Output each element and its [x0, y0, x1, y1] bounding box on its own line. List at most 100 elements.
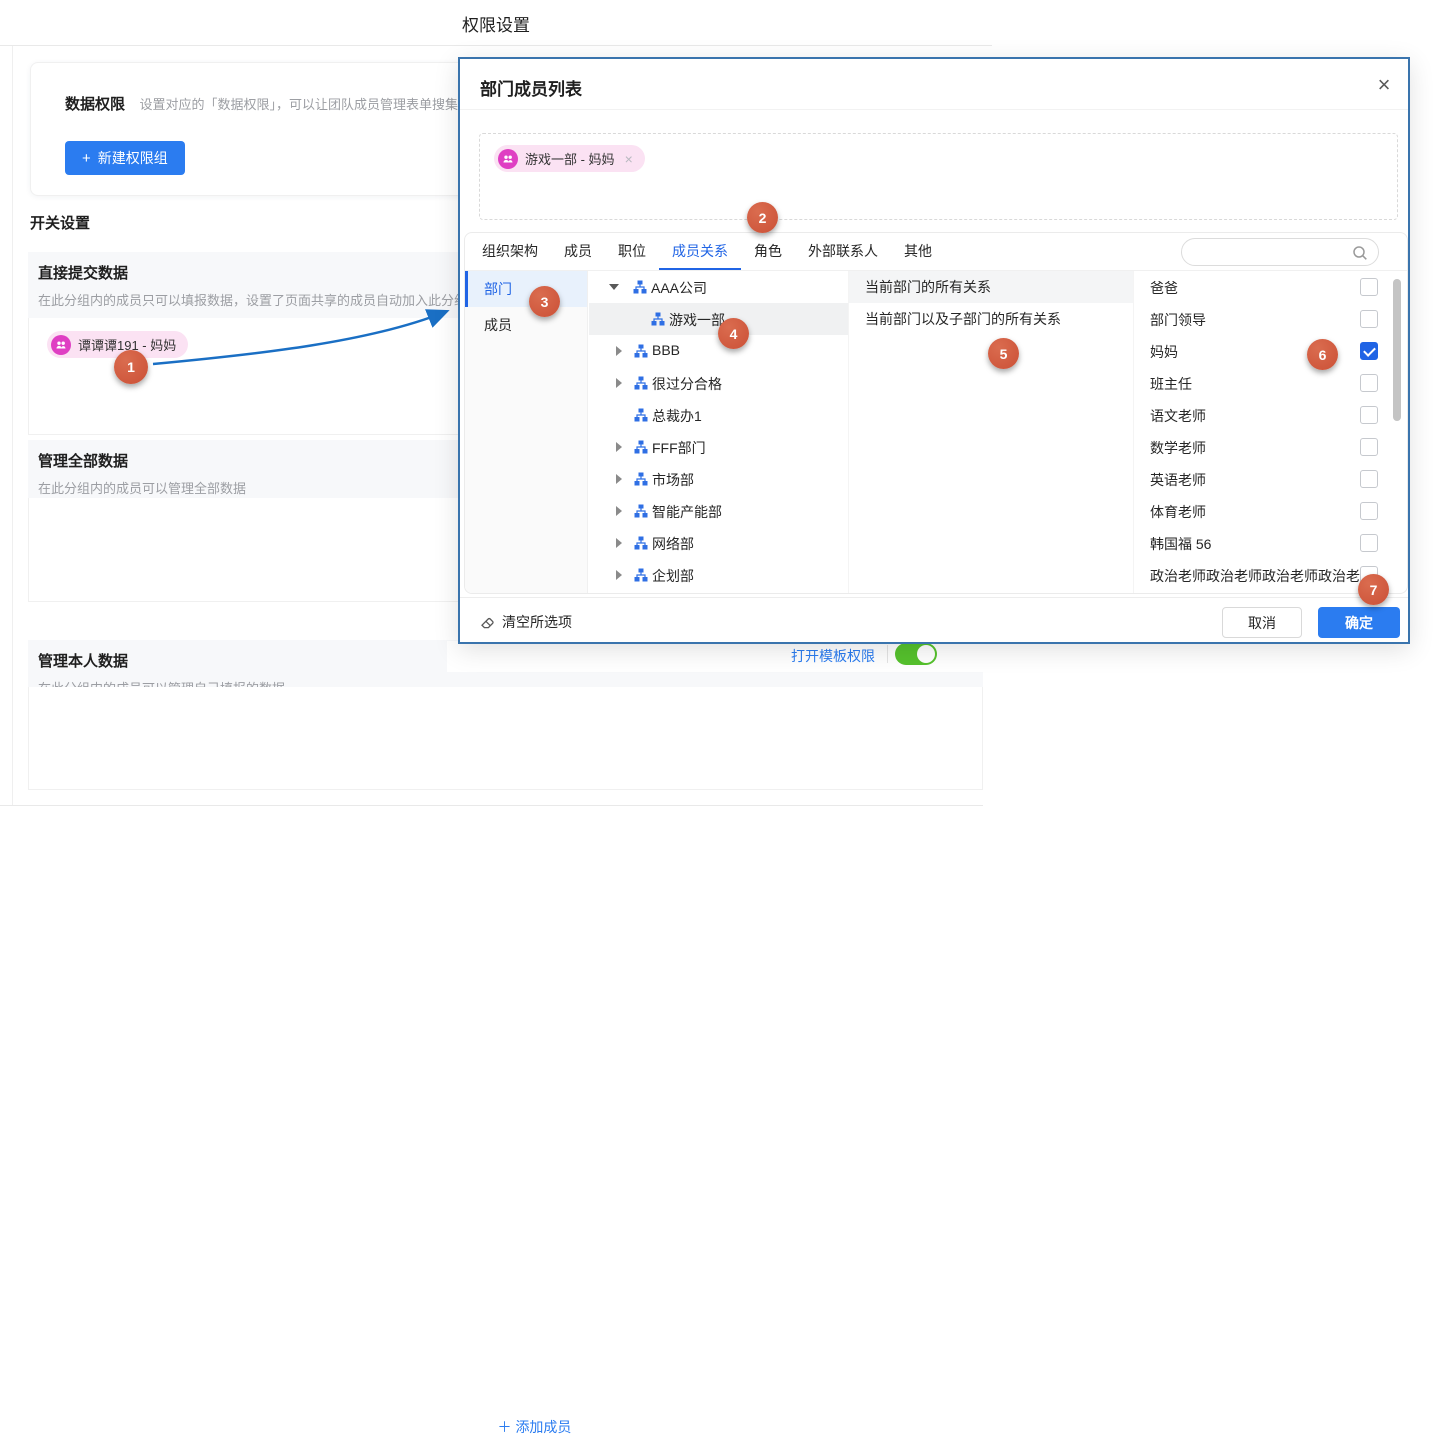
search-input[interactable]	[1194, 239, 1344, 265]
tree-node[interactable]: 企划部	[589, 559, 848, 591]
divider	[887, 645, 888, 663]
page-bottom-border	[0, 805, 983, 806]
department-member-modal: 部门成员列表 × 游戏一部 - 妈妈 × 组织架构 成员 职位 成员关系 角色 …	[458, 57, 1410, 644]
header-divider	[0, 45, 992, 46]
checkbox[interactable]	[1360, 534, 1378, 552]
confirm-button[interactable]: 确定	[1318, 607, 1400, 638]
switch-settings-title: 开关设置	[30, 212, 90, 233]
cancel-button[interactable]: 取消	[1222, 607, 1302, 638]
relation-item-current[interactable]: 当前部门的所有关系	[849, 271, 1133, 303]
relation-member-list: 爸爸 部门领导 妈妈 班主任 语文老师	[1133, 271, 1407, 593]
divider	[460, 109, 1408, 110]
caret-right-icon[interactable]	[616, 506, 622, 516]
member-row[interactable]: 英语老师	[1134, 463, 1407, 495]
org-icon	[651, 312, 665, 326]
checkbox[interactable]	[1360, 406, 1378, 424]
member-row[interactable]: 数学老师	[1134, 431, 1407, 463]
checkbox[interactable]	[1360, 438, 1378, 456]
modal-title: 部门成员列表	[480, 75, 582, 100]
org-icon	[634, 376, 648, 390]
selected-member-tag[interactable]: 游戏一部 - 妈妈 ×	[494, 145, 645, 172]
member-row[interactable]: 班主任	[1134, 367, 1407, 399]
annotation-badge-5: 5	[988, 338, 1019, 369]
remove-tag-icon[interactable]: ×	[625, 151, 633, 167]
org-icon	[634, 504, 648, 518]
member-row[interactable]: 语文老师	[1134, 399, 1407, 431]
page-left-border	[12, 46, 13, 806]
template-permission-toggle[interactable]	[895, 643, 937, 665]
nav-item-department[interactable]: 部门	[465, 271, 587, 307]
caret-right-icon[interactable]	[616, 538, 622, 548]
checkbox[interactable]	[1360, 310, 1378, 328]
tab-members[interactable]: 成员	[551, 233, 605, 270]
template-toggle-row: 打开模板权限	[447, 641, 992, 672]
member-row-checked[interactable]: 妈妈	[1134, 335, 1407, 367]
org-icon	[634, 536, 648, 550]
picker-nav: 部门 成员	[465, 271, 588, 593]
plus-icon: +	[82, 150, 91, 167]
template-toggle-label[interactable]: 打开模板权限	[791, 646, 875, 666]
annotation-badge-7: 7	[1358, 574, 1389, 605]
org-icon	[633, 280, 647, 294]
manage-own-body: ＋ 添加成员	[28, 687, 983, 790]
department-tree: AAA公司 游戏一部 BBB 很过分合格 总	[589, 271, 848, 593]
selected-members-area[interactable]: 游戏一部 - 妈妈 ×	[479, 133, 1398, 220]
org-icon	[634, 568, 648, 582]
clear-selection-button[interactable]: 清空所选项	[480, 612, 572, 632]
member-picker: 组织架构 成员 职位 成员关系 角色 外部联系人 其他 部门 成员	[464, 232, 1408, 594]
picker-body: 部门 成员 AAA公司 游戏一部 BBB	[465, 271, 1407, 593]
tab-external-contacts[interactable]: 外部联系人	[795, 233, 891, 270]
relation-item-current-and-sub[interactable]: 当前部门以及子部门的所有关系	[849, 303, 1133, 335]
add-member-button[interactable]: ＋ 添加成员	[29, 1417, 1040, 1437]
relation-list: 当前部门的所有关系 当前部门以及子部门的所有关系	[848, 271, 1133, 593]
toggle-knob	[917, 645, 935, 663]
member-tag[interactable]: 谭谭谭191 - 妈妈	[47, 331, 188, 358]
org-icon	[634, 440, 648, 454]
tree-node[interactable]: 很过分合格	[589, 367, 848, 399]
new-permission-group-button[interactable]: + 新建权限组	[65, 141, 185, 175]
tree-node[interactable]: 网络部	[589, 527, 848, 559]
annotation-badge-1: 1	[114, 350, 148, 384]
caret-right-icon[interactable]	[616, 378, 622, 388]
checkbox[interactable]	[1360, 374, 1378, 392]
checkbox[interactable]	[1360, 502, 1378, 520]
checkbox-checked[interactable]	[1360, 342, 1378, 360]
checkbox[interactable]	[1360, 470, 1378, 488]
member-avatar-icon	[498, 149, 518, 169]
caret-down-icon[interactable]	[609, 284, 619, 290]
caret-right-icon[interactable]	[616, 474, 622, 484]
caret-right-icon[interactable]	[616, 346, 622, 356]
annotation-badge-6: 6	[1307, 339, 1338, 370]
tab-positions[interactable]: 职位	[605, 233, 659, 270]
data-permission-desc: 设置对应的「数据权限」，可以让团队成员管理表单搜集到的数据	[139, 97, 485, 112]
scrollbar[interactable]	[1393, 279, 1401, 421]
tree-node[interactable]: 智能产能部	[589, 495, 848, 527]
divider	[460, 597, 1408, 598]
caret-right-icon[interactable]	[616, 570, 622, 580]
selected-member-label: 游戏一部 - 妈妈	[525, 149, 615, 168]
plus-icon: ＋	[498, 1419, 516, 1435]
tab-member-relations[interactable]: 成员关系	[659, 233, 741, 270]
checkbox[interactable]	[1360, 278, 1378, 296]
member-row[interactable]: 韩国福 56	[1134, 527, 1407, 559]
member-avatar-icon	[51, 335, 71, 355]
data-permission-title: 数据权限	[65, 96, 125, 113]
page-title: 权限设置	[0, 11, 992, 36]
tree-node[interactable]: AAA公司	[589, 271, 848, 303]
tree-node[interactable]: 总裁办1	[589, 399, 848, 431]
close-icon[interactable]: ×	[1370, 71, 1398, 99]
caret-right-icon[interactable]	[616, 442, 622, 452]
member-row[interactable]: 爸爸	[1134, 271, 1407, 303]
tab-org-structure[interactable]: 组织架构	[469, 233, 551, 270]
member-row[interactable]: 部门领导	[1134, 303, 1407, 335]
annotation-badge-4: 4	[718, 318, 749, 349]
tab-roles[interactable]: 角色	[741, 233, 795, 270]
tab-other[interactable]: 其他	[891, 233, 945, 270]
org-icon	[634, 408, 648, 422]
eraser-icon	[480, 615, 495, 630]
tree-node[interactable]: 市场部	[589, 463, 848, 495]
tree-node[interactable]: FFF部门	[589, 431, 848, 463]
nav-item-member[interactable]: 成员	[465, 307, 587, 343]
member-row[interactable]: 体育老师	[1134, 495, 1407, 527]
search-box[interactable]	[1181, 238, 1379, 266]
